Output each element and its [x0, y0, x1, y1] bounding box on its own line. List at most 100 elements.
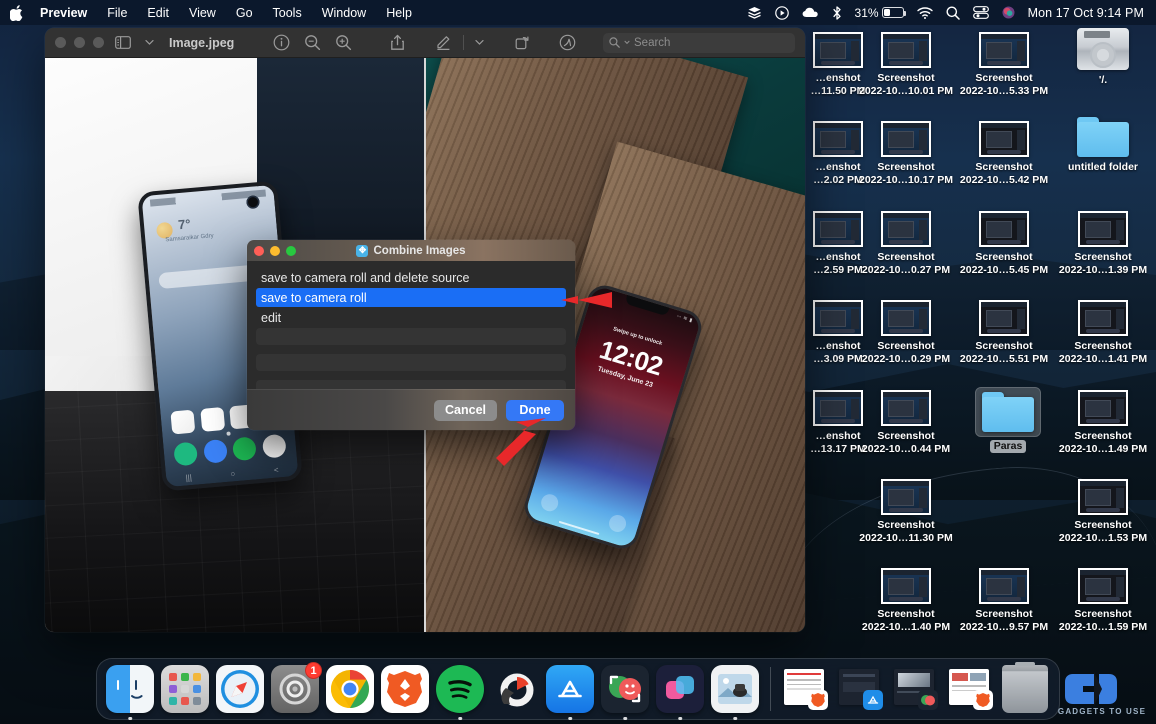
macos-menu-bar[interactable]: Preview File Edit View Go Tools Window H… [0, 0, 1156, 25]
annotate-icon[interactable] [556, 32, 579, 54]
search-input[interactable]: Search [603, 33, 795, 53]
minimized-brave-article-window[interactable] [947, 665, 995, 713]
desktop-icon-screenshot[interactable]: Screenshot2022-10…0.29 PM [858, 300, 954, 365]
dialog-empty-row[interactable] [256, 354, 566, 371]
launchpad-icon[interactable] [161, 665, 209, 713]
menu-item-help[interactable]: Help [376, 4, 422, 22]
menu-bar-status-area[interactable]: 31% Mon 17 Oct 9:14 PM [747, 6, 1156, 20]
maximize-button[interactable] [93, 37, 104, 48]
safari-icon[interactable] [216, 665, 264, 713]
minimized-photos-window[interactable] [892, 665, 940, 713]
minimized-window-preview[interactable] [892, 665, 936, 709]
screen-record-icon[interactable] [775, 6, 789, 20]
zoom-in-icon[interactable] [332, 32, 355, 54]
dialog-titlebar[interactable]: ✥ Combine Images [247, 240, 575, 261]
desktop-icon-screenshot[interactable]: Screenshot2022-10…1.40 PM [858, 568, 954, 633]
cancel-button[interactable]: Cancel [434, 400, 497, 421]
dock-item-shortcuts[interactable] [656, 665, 704, 713]
close-button[interactable] [55, 37, 66, 48]
app-store-icon[interactable] [546, 665, 594, 713]
dock-item-brave[interactable] [381, 665, 429, 713]
dialog-option-row[interactable]: edit [256, 308, 566, 327]
dialog-close-button[interactable] [254, 246, 264, 256]
desktop-icon-screenshot[interactable]: Screenshot2022-10…1.41 PM [1055, 300, 1151, 365]
dialog-maximize-button[interactable] [286, 246, 296, 256]
minimized-window-preview[interactable] [782, 665, 826, 709]
dock-item-trash[interactable] [1002, 665, 1050, 713]
photo-booth-icon[interactable] [601, 665, 649, 713]
rotate-icon[interactable] [511, 32, 534, 54]
menu-item-go[interactable]: Go [226, 4, 263, 22]
window-traffic-lights[interactable] [55, 37, 104, 48]
desktop-icon-screenshot[interactable]: Screenshot2022-10…5.42 PM [956, 121, 1052, 186]
share-icon[interactable] [387, 32, 408, 54]
menu-item-file[interactable]: File [97, 4, 137, 22]
desktop-icon-folder[interactable]: untitled folder [1055, 117, 1151, 174]
shortcuts-icon[interactable] [656, 665, 704, 713]
stack-icon[interactable] [747, 6, 762, 19]
info-icon[interactable] [270, 32, 293, 54]
menu-bar-clock[interactable]: Mon 17 Oct 9:14 PM [1028, 6, 1144, 20]
desktop-icon-screenshot[interactable]: Screenshot2022-10…1.39 PM [1055, 211, 1151, 276]
dialog-minimize-button[interactable] [270, 246, 280, 256]
dock-item-chrome[interactable] [326, 665, 374, 713]
apple-logo-icon[interactable] [10, 5, 24, 21]
chrome-icon[interactable] [326, 665, 374, 713]
menu-item-window[interactable]: Window [312, 4, 376, 22]
markup-icon[interactable] [432, 32, 455, 54]
dock-item-photo-booth[interactable] [601, 665, 649, 713]
zoom-out-icon[interactable] [301, 32, 324, 54]
dock-item-system-preferences[interactable]: 1 [271, 665, 319, 713]
menu-item-tools[interactable]: Tools [263, 4, 312, 22]
search-icon[interactable] [946, 6, 960, 20]
dialog-empty-row[interactable] [256, 328, 566, 345]
dialog-option-list[interactable]: save to camera roll and delete sourcesav… [247, 261, 575, 389]
trash-icon[interactable] [1002, 665, 1048, 713]
desktop-icon-screenshot[interactable]: Screenshot2022-10…5.33 PM [956, 32, 1052, 97]
dark-circle-app-icon[interactable] [491, 665, 539, 713]
minimized-window-preview[interactable] [837, 665, 881, 709]
siri-icon[interactable] [1002, 6, 1015, 19]
desktop-icon-screenshot[interactable]: Screenshot2022-10…10.01 PM [858, 32, 954, 97]
menu-item-preview[interactable]: Preview [30, 4, 97, 22]
desktop-icon-screenshot[interactable]: Screenshot2022-10…5.51 PM [956, 300, 1052, 365]
desktop-icon-screenshot[interactable]: Screenshot2022-10…1.59 PM [1055, 568, 1151, 633]
desktop-icon-harddrive[interactable]: '/. [1055, 28, 1151, 87]
chevron-down-icon[interactable] [472, 32, 487, 54]
dock-item-launchpad[interactable] [161, 665, 209, 713]
minimized-window-preview[interactable] [947, 665, 991, 709]
desktop-icon-screenshot[interactable]: Screenshot2022-10…0.44 PM [858, 390, 954, 455]
dock-item-spotify[interactable] [436, 665, 484, 713]
menu-bar-left[interactable]: Preview File Edit View Go Tools Window H… [0, 4, 422, 22]
minimized-brave-window[interactable] [782, 665, 830, 713]
control-center-icon[interactable] [973, 6, 989, 19]
finder-icon[interactable] [106, 665, 154, 713]
dialog-option-row[interactable]: save to camera roll and delete source [256, 268, 566, 287]
dock-item-app-store[interactable] [546, 665, 594, 713]
cloud-icon[interactable] [802, 7, 819, 18]
desktop-icon-screenshot[interactable]: Screenshot2022-10…0.27 PM [858, 211, 954, 276]
preview-icon[interactable] [711, 665, 759, 713]
desktop-icon-screenshot[interactable]: Screenshot2022-10…11.30 PM [858, 479, 954, 544]
battery-status[interactable]: 31% [855, 6, 904, 20]
minimize-button[interactable] [74, 37, 85, 48]
chevron-down-icon[interactable] [142, 32, 157, 54]
dock-item-finder[interactable] [106, 665, 154, 713]
macos-dock[interactable]: 1 [96, 658, 1060, 720]
menu-item-view[interactable]: View [179, 4, 226, 22]
dock-item-preview[interactable] [711, 665, 759, 713]
desktop-icon-screenshot[interactable]: Screenshot2022-10…5.45 PM [956, 211, 1052, 276]
desktop-icon-folder-selected[interactable]: Paras [960, 388, 1056, 453]
desktop-icon-screenshot[interactable]: Screenshot2022-10…9.57 PM [956, 568, 1052, 633]
minimized-app-store-window[interactable] [837, 665, 885, 713]
desktop-icon-screenshot[interactable]: Screenshot2022-10…10.17 PM [858, 121, 954, 186]
preview-titlebar[interactable]: Image.jpeg [45, 28, 805, 58]
bluetooth-icon[interactable] [832, 6, 842, 20]
spotify-icon[interactable] [436, 665, 484, 713]
menu-item-edit[interactable]: Edit [137, 4, 179, 22]
desktop-icon-screenshot[interactable]: Screenshot2022-10…1.53 PM [1055, 479, 1151, 544]
desktop-icon-screenshot[interactable]: Screenshot2022-10…1.49 PM [1055, 390, 1151, 455]
dialog-traffic-lights[interactable] [254, 246, 296, 256]
dialog-option-row[interactable]: save to camera roll [256, 288, 566, 307]
brave-icon[interactable] [381, 665, 429, 713]
